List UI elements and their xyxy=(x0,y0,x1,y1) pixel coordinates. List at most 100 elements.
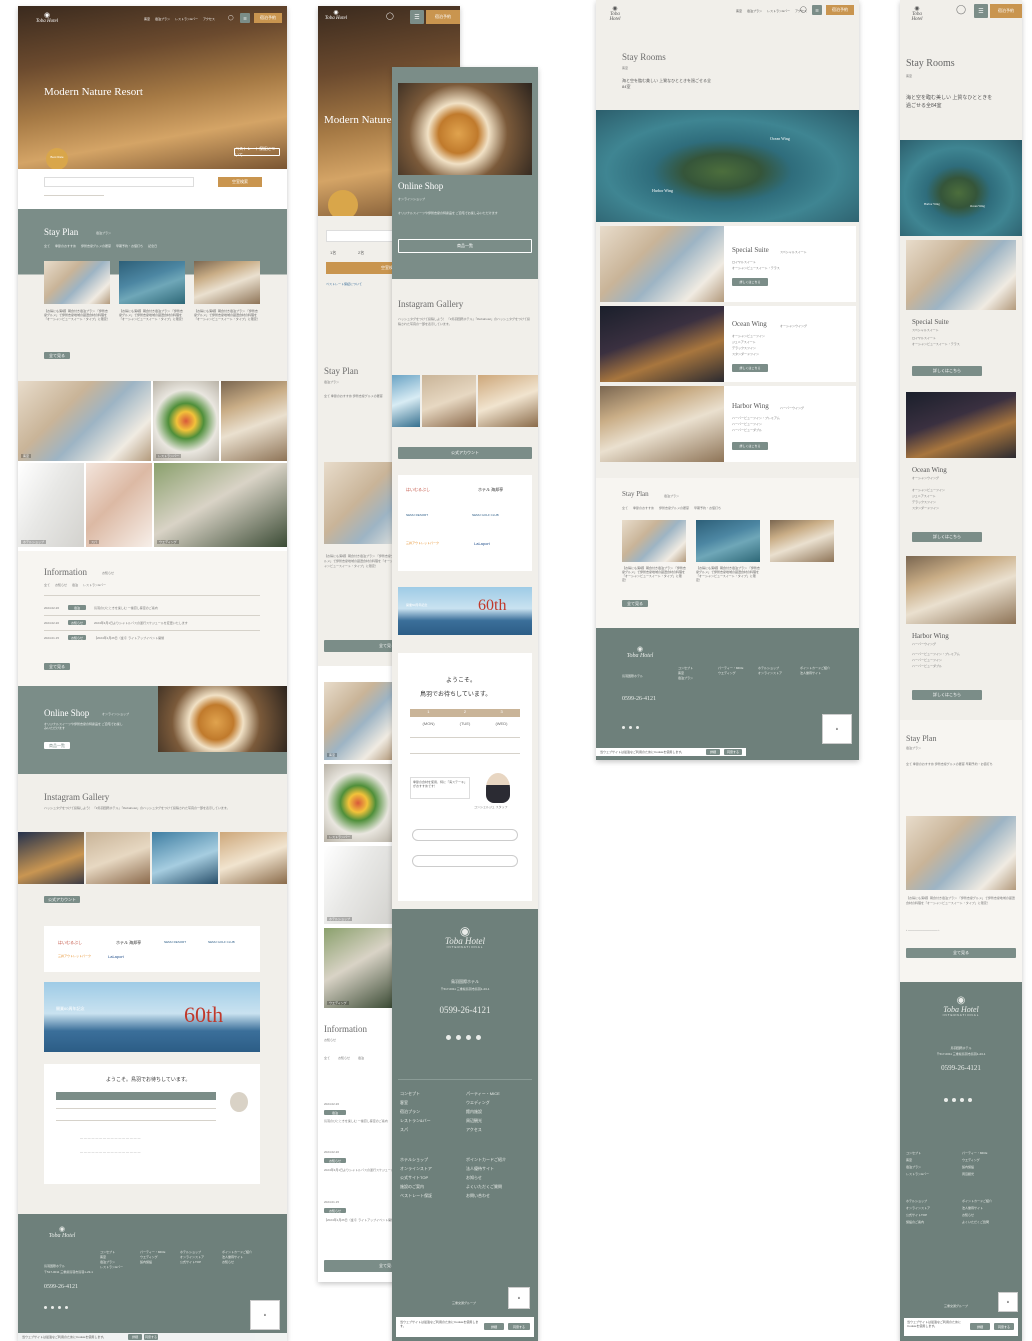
m2-link-plans[interactable]: 宿泊プラン xyxy=(400,1107,431,1116)
m2-link-facilities[interactable]: 館内施設 xyxy=(466,1107,500,1116)
mobile-tile-restaurant[interactable]: レストランバー xyxy=(324,764,392,842)
m2-partner-5[interactable]: 三井アウトレットパーク xyxy=(406,541,439,545)
mobile-info-tab-all[interactable]: 全て xyxy=(324,1056,330,1060)
rooms-plan-image-2[interactable] xyxy=(696,520,760,562)
rooms-link-plans[interactable]: 宿泊プラン xyxy=(678,676,693,681)
rooms-cookie-detail[interactable]: 詳細 xyxy=(706,749,720,755)
mr-logo[interactable]: ◉ Toba Hotel xyxy=(906,6,928,22)
nav-item-rooms[interactable]: 客室 xyxy=(144,17,150,21)
mr-instagram-icon[interactable] xyxy=(952,1098,956,1102)
partner-nemu-resort[interactable]: NEMU RESORT xyxy=(164,940,186,944)
date-input[interactable] xyxy=(44,177,194,187)
youtube-icon[interactable] xyxy=(58,1306,61,1309)
information-view-all[interactable]: 全て見る xyxy=(44,663,70,670)
stay-plan-view-all[interactable]: 全て見る xyxy=(44,352,70,359)
m2-link-point[interactable]: ポイントカードご紹介 xyxy=(466,1155,506,1164)
facebook-icon[interactable] xyxy=(44,1306,47,1309)
mr-map-label-harbor[interactable]: Harbor Wing xyxy=(924,202,940,206)
m2-partner-6[interactable]: LaLaport xyxy=(474,541,490,546)
m2-insta-photo-2[interactable] xyxy=(422,375,476,427)
mobile-info-text-3[interactable]: 【2024年1月26日（金）】ライトアップイベント開催 xyxy=(324,1218,394,1222)
rooms-filter-gourmet[interactable]: 伊勢志摩グルメの饗宴 xyxy=(659,506,689,510)
m2-link-online[interactable]: オンラインストア xyxy=(400,1164,432,1173)
rooms-link-wedding[interactable]: ウエディング xyxy=(718,671,743,676)
m2-link-access[interactable]: アクセス xyxy=(466,1125,500,1134)
cookie-accept-button[interactable]: 同意する xyxy=(144,1334,158,1340)
map-label-ocean[interactable]: Ocean Wing xyxy=(770,136,790,141)
m2-insta-photo-1[interactable] xyxy=(392,375,420,427)
rooms-logo[interactable]: ◉ Toba Hotel xyxy=(604,6,626,22)
mr-globe-icon[interactable]: ◯ xyxy=(956,4,966,15)
rooms-plan-image-1[interactable] xyxy=(622,520,686,562)
mr-link-top[interactable]: 公式サイトTOP xyxy=(906,1212,930,1219)
m2-link-top[interactable]: 公式サイトTOP xyxy=(400,1173,432,1182)
tile-spa[interactable]: スパ xyxy=(86,463,152,547)
tile-restaurant[interactable]: レストランバー xyxy=(153,381,219,461)
nav-item-restaurant[interactable]: レストラン&バー xyxy=(175,17,198,21)
mr-filter-all[interactable]: 全て xyxy=(906,762,912,766)
anniversary-banner[interactable]: 開業60周年記念 60th xyxy=(44,982,260,1052)
mobile-info-text-1[interactable]: 鳥羽のひとときを楽しむ 一棟貸し客室のご案内 xyxy=(324,1119,388,1123)
tab-gourmet[interactable]: 伊勢志摩グルメの饗宴 xyxy=(81,244,111,248)
mr-link-shop[interactable]: ホテルショップ xyxy=(906,1198,930,1205)
mobile-info-tab-stay[interactable]: 宿泊 xyxy=(358,1056,364,1060)
mr-menu-icon[interactable]: ☰ xyxy=(974,4,988,18)
mr-link-restaurant[interactable]: レストラン&バー xyxy=(906,1171,929,1178)
rooms-nav-rooms[interactable]: 客室 xyxy=(736,9,742,13)
info-tab-restaurant[interactable]: レストラン&バー xyxy=(83,583,106,587)
m2-insta-button[interactable]: 公式アカウント xyxy=(398,447,532,459)
m2-line-icon[interactable] xyxy=(476,1035,481,1040)
rooms-reserve-button[interactable]: 宿泊予約 xyxy=(826,5,854,15)
rooms-cookie-accept[interactable]: 同意する xyxy=(724,749,742,755)
mobile-globe-icon[interactable]: ◯ xyxy=(386,12,394,20)
insta-photo-1[interactable] xyxy=(18,832,84,884)
m2-anniversary-banner[interactable]: 開業60周年記念 60th xyxy=(398,587,532,635)
mobile-info-tab-news[interactable]: お知らせ xyxy=(338,1056,350,1060)
info-tab-all[interactable]: 全て xyxy=(44,583,50,587)
mr-link-wedding[interactable]: ウエディング xyxy=(962,1157,987,1164)
footer-tel[interactable]: 0599-26-4121 xyxy=(44,1284,78,1290)
m2-facebook-icon[interactable] xyxy=(446,1035,451,1040)
mr-link-rooms[interactable]: 客室 xyxy=(906,1157,929,1164)
rooms-nav-restaurant[interactable]: レストラン&バー xyxy=(767,9,790,13)
rooms-nav-plans[interactable]: 宿泊プラン xyxy=(747,9,762,13)
partner-outlet[interactable]: 三井アウトレットパーク xyxy=(58,954,91,958)
partner-lalaport[interactable]: LaLaport xyxy=(108,954,124,959)
instagram-icon[interactable] xyxy=(51,1306,54,1309)
mobile-adults-select[interactable]: 1名 xyxy=(330,250,336,256)
m2-link-rooms[interactable]: 客室 xyxy=(400,1098,431,1107)
info-text-1[interactable]: 鳥羽のひとときを楽しむ 一棟貸し客室のご案内 xyxy=(94,606,158,610)
mr-link-guide[interactable]: 施設のご案内 xyxy=(906,1219,930,1226)
mobile-reserve-button[interactable]: 宿泊予約 xyxy=(426,10,460,24)
plan-card-image-2[interactable] xyxy=(119,261,185,304)
header-logo[interactable]: ◉ Toba Hotel xyxy=(32,12,62,24)
mr-reserve-button[interactable]: 宿泊予約 xyxy=(990,4,1022,18)
m2-link-shop[interactable]: ホテルショップ xyxy=(400,1155,432,1164)
online-shop-button[interactable]: 商品一覧 xyxy=(44,742,70,749)
nav-item-access[interactable]: アクセス xyxy=(203,17,215,21)
tile-shop[interactable]: ホテルショップ xyxy=(18,463,84,547)
mr-cookie-detail[interactable]: 詳細 xyxy=(970,1323,990,1330)
info-text-2[interactable]: 2024年3月1日よりシャトルバスの運行スケジュールを変更いたします xyxy=(94,621,188,625)
info-text-3[interactable]: 【2024年1月26日（金）】ライトアップイベント開催 xyxy=(94,636,164,640)
search-button[interactable]: 空室検索 xyxy=(218,177,262,187)
mr-detail-ocean[interactable]: 詳しくはこちら xyxy=(912,532,982,542)
rooms-instagram-icon[interactable] xyxy=(629,726,632,729)
insta-photo-3[interactable] xyxy=(152,832,218,884)
m2-link-wedding[interactable]: ウエディング xyxy=(466,1098,500,1107)
mobile-filter-gourmet[interactable]: 伊勢志摩グルメの饗宴 xyxy=(353,394,383,398)
rooms-plan-view-all[interactable]: 全て見る xyxy=(622,600,648,607)
mr-link-faq[interactable]: よくいただくご質問 xyxy=(962,1219,992,1226)
mr-map-label-ocean[interactable]: Ocean Wing xyxy=(970,204,985,208)
plan-card-image-1[interactable] xyxy=(44,261,110,304)
mr-footer-tel[interactable]: 0599-26-4121 xyxy=(900,1064,1022,1072)
mobile-logo[interactable]: ◉ Toba Hotel xyxy=(324,10,348,21)
mr-filter-seasonal[interactable]: 季節のおすすめ xyxy=(913,762,934,766)
footer-link-news[interactable]: お知らせ xyxy=(222,1260,252,1265)
mr-link-corporate[interactable]: 法人優待サイト xyxy=(962,1205,992,1212)
mobile-tile-shop[interactable]: ホテルショップ xyxy=(324,846,392,924)
m2-shop-button[interactable]: 商品一覧 xyxy=(398,239,532,253)
m2-day-2[interactable]: 2 xyxy=(464,709,466,717)
rooms-link-corporate[interactable]: 法人優待サイト xyxy=(800,671,830,676)
insta-photo-4[interactable] xyxy=(220,832,287,884)
